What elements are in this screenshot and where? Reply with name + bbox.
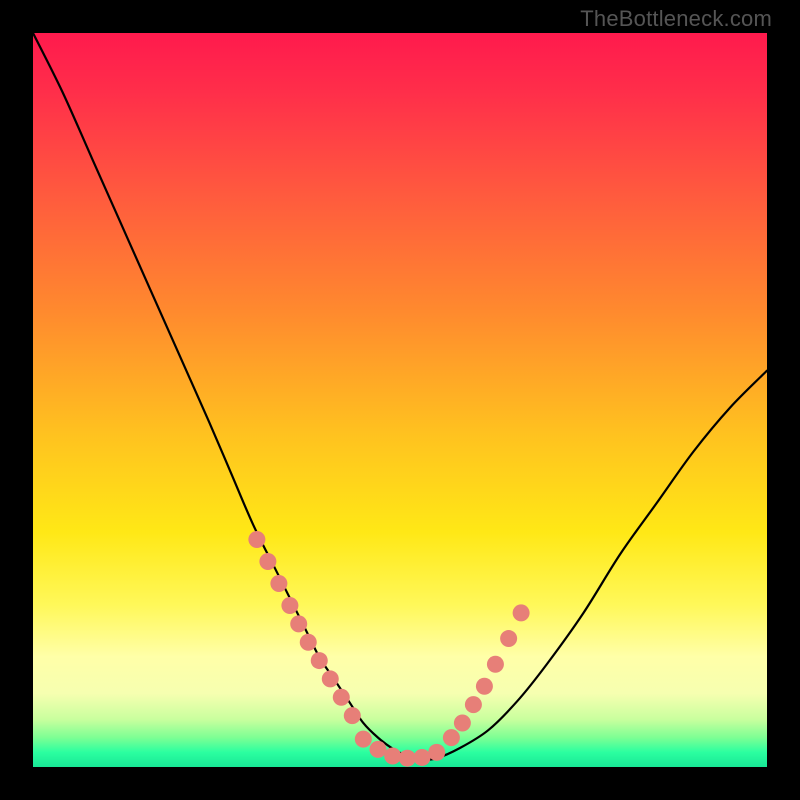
marker-dot [500,630,517,647]
marker-dot [487,656,504,673]
marker-dot [355,731,372,748]
marker-dot [290,615,307,632]
marker-dot [281,597,298,614]
marker-dot [333,689,350,706]
marker-dot [300,634,317,651]
marker-dot [248,531,265,548]
marker-dot [399,750,416,767]
marker-dot [465,696,482,713]
marker-dot [428,744,445,761]
watermark-text: TheBottleneck.com [580,6,772,32]
marker-dot [443,729,460,746]
chart-svg [33,33,767,767]
chart-frame: TheBottleneck.com [0,0,800,800]
marker-dot [476,678,493,695]
marker-dot [369,741,386,758]
marker-dot [344,707,361,724]
marker-dot [384,747,401,764]
marker-dot [270,575,287,592]
marker-dot [513,604,530,621]
marker-dot [311,652,328,669]
marker-dot [414,749,431,766]
marker-dot [259,553,276,570]
marker-dot [322,670,339,687]
bottleneck-curve [33,33,767,760]
marker-dot [454,714,471,731]
